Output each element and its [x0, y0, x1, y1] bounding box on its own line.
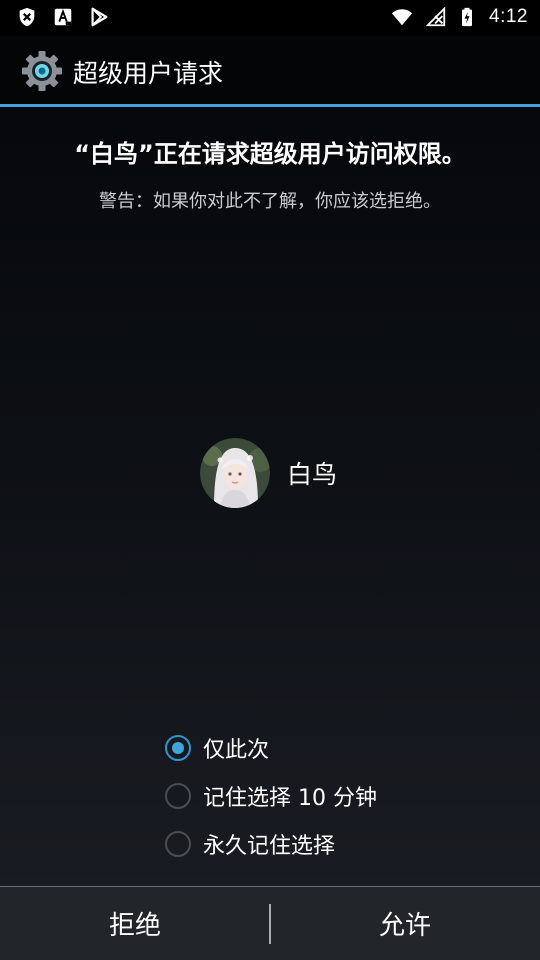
- request-title: “白鸟”正在请求超级用户访问权限。: [74, 140, 466, 168]
- status-left-icons: [16, 6, 110, 28]
- app-avatar: [200, 438, 270, 508]
- option-once-label: 仅此次: [203, 738, 270, 763]
- option-forever-label: 永久记住选择: [203, 834, 336, 859]
- status-right-icons: 4:12: [389, 6, 528, 28]
- deny-button[interactable]: 拒绝: [0, 887, 270, 960]
- radio-once[interactable]: [165, 735, 191, 761]
- battery-charging-icon: [462, 7, 473, 27]
- allow-button[interactable]: 允许: [270, 887, 540, 960]
- option-10-minutes-label: 记住选择 10 分钟: [203, 786, 377, 811]
- option-10-minutes[interactable]: 记住选择 10 分钟: [165, 772, 377, 820]
- option-once[interactable]: 仅此次: [165, 724, 377, 772]
- button-bar: 拒绝 允许: [0, 886, 540, 960]
- radio-10-minutes[interactable]: [165, 783, 191, 809]
- no-signal-icon: [425, 6, 446, 27]
- warning-text: 警告：如果你对此不了解，你应该选拒绝。: [99, 191, 441, 212]
- title-bar: 超级用户请求: [0, 36, 540, 104]
- button-divider: [269, 904, 271, 944]
- status-bar: 4:12: [0, 0, 540, 36]
- play-triangle-icon: [91, 7, 108, 27]
- radio-forever[interactable]: [165, 831, 191, 857]
- app-info: 白鸟: [200, 437, 337, 509]
- font-a-icon: [54, 8, 72, 26]
- title-divider: [0, 104, 540, 107]
- app-name: 白鸟: [287, 460, 338, 489]
- shield-x-icon: [19, 7, 35, 27]
- page-title: 超级用户请求: [73, 59, 224, 88]
- gear-icon: [22, 51, 62, 91]
- wifi-icon: [391, 9, 413, 26]
- option-forever[interactable]: 永久记住选择: [165, 820, 377, 868]
- status-clock: 4:12: [489, 6, 528, 27]
- remember-options: 仅此次 记住选择 10 分钟 永久记住选择: [165, 724, 377, 868]
